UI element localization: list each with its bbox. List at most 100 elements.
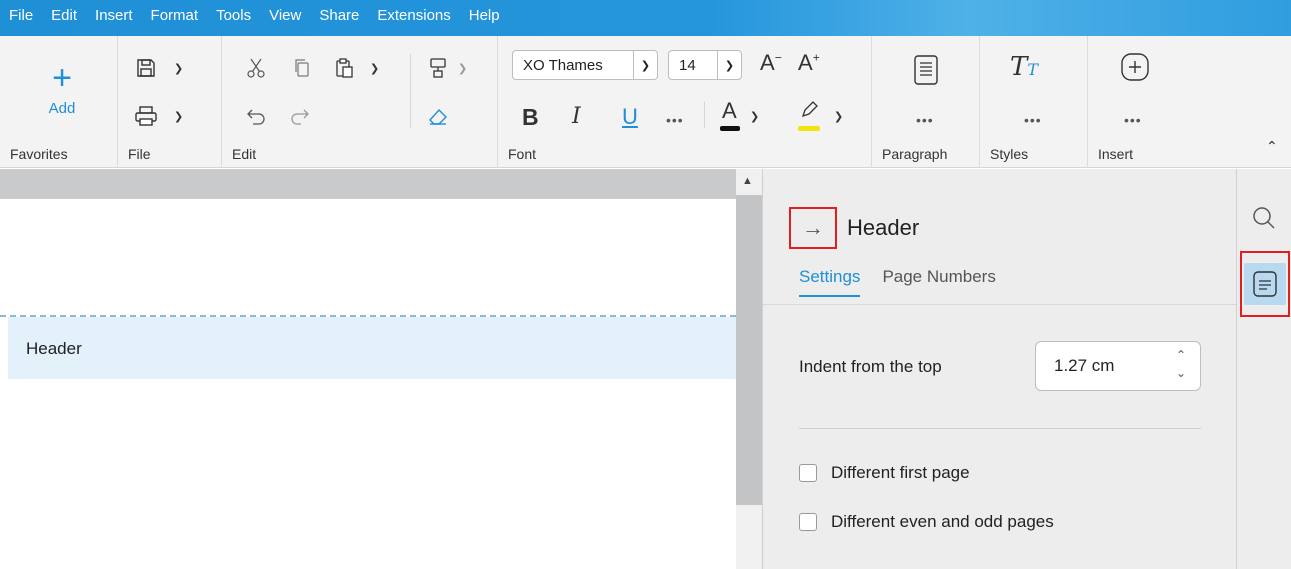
font-color-chevron-icon[interactable]: ❯ [750, 110, 759, 123]
page-top-gap [0, 169, 736, 199]
indent-from-top-spinner[interactable]: 1.27 cm ⌃ ⌄ [1035, 341, 1201, 391]
header-text[interactable]: Header [26, 339, 82, 359]
font-size-value: 14 [679, 56, 696, 74]
pane-title-row: → Header [789, 207, 919, 249]
redo-icon[interactable] [288, 104, 312, 128]
menu-help[interactable]: Help [460, 0, 509, 26]
cut-icon[interactable] [244, 56, 268, 80]
styles-more-button[interactable]: ••• [1024, 112, 1042, 128]
indent-from-top-label: Indent from the top [799, 357, 942, 376]
italic-button[interactable]: I [572, 104, 581, 129]
tab-settings[interactable]: Settings [799, 267, 861, 297]
font-name-value: XO Thames [523, 56, 603, 74]
back-arrow-button[interactable]: → [789, 207, 837, 249]
add-button[interactable]: + Add [12, 60, 112, 130]
document-canvas[interactable]: Header [0, 169, 736, 569]
paste-dropdown-chevron-icon[interactable]: ❯ [370, 62, 379, 75]
paragraph-group: ••• Paragraph [872, 36, 980, 168]
font-color-swatch [720, 126, 740, 131]
different-first-page-checkbox[interactable] [799, 464, 817, 482]
menu-file[interactable]: File [0, 0, 42, 26]
scrollbar-thumb[interactable] [736, 195, 762, 505]
font-size-chevron-icon: ❯ [717, 51, 741, 79]
paragraph-group-label: Paragraph [882, 146, 948, 162]
underline-button[interactable]: U [622, 104, 638, 130]
insert-group-label: Insert [1098, 146, 1134, 162]
favorites-group-label: Favorites [10, 146, 68, 162]
search-icon[interactable] [1251, 205, 1277, 236]
paragraph-more-button[interactable]: ••• [916, 112, 934, 128]
font-name-dropdown[interactable]: XO Thames ❯ [512, 50, 658, 80]
highlight-color-swatch [798, 126, 820, 131]
font-name-chevron-icon: ❯ [633, 51, 657, 79]
arrow-right-icon: → [802, 215, 824, 240]
header-area[interactable] [8, 317, 736, 379]
edit-group-label: Edit [232, 146, 257, 162]
undo-icon[interactable] [244, 104, 268, 128]
header-settings-pane: → Header Settings Page Numbers Indent fr… [762, 169, 1237, 569]
styles-group: TT ••• Styles [980, 36, 1088, 168]
different-even-odd-option[interactable]: Different even and odd pages [799, 512, 1054, 532]
highlight-button[interactable] [796, 98, 822, 132]
tab-divider [763, 304, 1237, 305]
font-group: XO Thames ❯ 14 ❯ A− A+ B I U ••• A ❯ ❯ F… [498, 36, 872, 168]
highlighter-icon [798, 100, 820, 127]
add-label: Add [48, 100, 76, 117]
menu-insert[interactable]: Insert [86, 0, 142, 26]
styles-icon[interactable]: TT [1010, 52, 1038, 82]
header-panel-icon [1244, 263, 1286, 305]
different-first-page-label[interactable]: Different first page [831, 463, 970, 483]
side-icon-strip [1236, 169, 1291, 569]
spinner-down-chevron-icon[interactable]: ⌄ [1176, 366, 1186, 380]
menu-share[interactable]: Share [310, 0, 368, 26]
insert-group: ••• Insert [1088, 36, 1196, 168]
insert-plus-icon[interactable] [1120, 52, 1150, 82]
tab-page-numbers[interactable]: Page Numbers [882, 267, 995, 297]
font-separator [704, 102, 705, 128]
insert-more-button[interactable]: ••• [1124, 112, 1142, 128]
file-group-label: File [128, 146, 151, 162]
eraser-icon[interactable] [426, 104, 450, 128]
increase-font-size-icon[interactable]: A+ [798, 50, 820, 76]
highlight-chevron-icon[interactable]: ❯ [834, 110, 843, 123]
font-color-button[interactable]: A [718, 98, 742, 132]
print-icon[interactable] [134, 104, 158, 128]
menu-format[interactable]: Format [142, 0, 208, 26]
save-dropdown-chevron-icon[interactable]: ❯ [174, 62, 183, 75]
styles-group-label: Styles [990, 146, 1029, 162]
copy-icon[interactable] [290, 56, 314, 80]
bold-button[interactable]: B [522, 104, 539, 131]
menu-extensions[interactable]: Extensions [368, 0, 459, 26]
menu-view[interactable]: View [260, 0, 310, 26]
save-icon[interactable] [134, 56, 158, 80]
menu-bar: File Edit Insert Format Tools View Share… [0, 0, 1291, 36]
format-painter-chevron-icon[interactable]: ❯ [458, 62, 467, 75]
format-painter-icon[interactable] [426, 56, 450, 80]
pane-tabs: Settings Page Numbers [799, 267, 1018, 297]
scroll-up-chevron-icon[interactable]: ▲ [742, 175, 753, 187]
pane-title: Header [847, 215, 920, 240]
font-size-dropdown[interactable]: 14 ❯ [668, 50, 742, 80]
favorites-group: + Add Favorites [0, 36, 118, 168]
edit-separator [410, 54, 411, 128]
section-separator [799, 428, 1201, 429]
paragraph-icon[interactable] [912, 54, 940, 86]
collapse-ribbon-chevron-up-icon[interactable]: ⌃ [1266, 138, 1278, 155]
edit-group: ❯ ❯ Edit [222, 36, 498, 168]
spinner-up-chevron-icon[interactable]: ⌃ [1176, 348, 1186, 362]
paste-icon[interactable] [332, 56, 356, 80]
different-even-odd-checkbox[interactable] [799, 513, 817, 531]
different-even-odd-label[interactable]: Different even and odd pages [831, 512, 1054, 532]
print-dropdown-chevron-icon[interactable]: ❯ [174, 110, 183, 123]
menu-edit[interactable]: Edit [42, 0, 86, 26]
menu-tools[interactable]: Tools [207, 0, 260, 26]
vertical-scrollbar[interactable]: ▲ [736, 169, 762, 569]
plus-icon: + [52, 59, 72, 97]
font-group-label: Font [508, 146, 537, 162]
decrease-font-size-icon[interactable]: A− [760, 50, 782, 76]
file-group: ❯ ❯ File [118, 36, 222, 168]
different-first-page-option[interactable]: Different first page [799, 463, 970, 483]
indent-value[interactable]: 1.27 cm [1054, 356, 1114, 376]
header-panel-button[interactable] [1240, 251, 1290, 317]
font-more-button[interactable]: ••• [666, 112, 684, 128]
